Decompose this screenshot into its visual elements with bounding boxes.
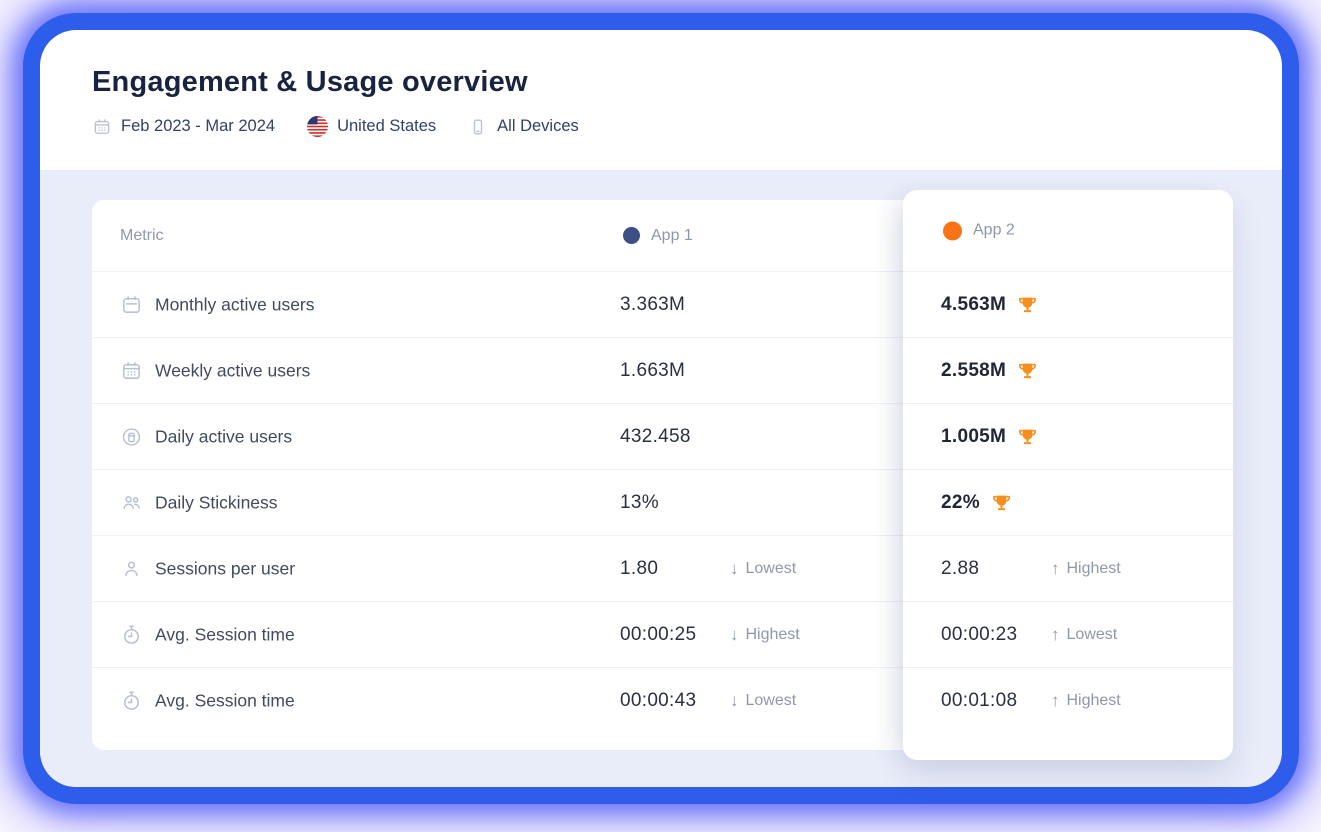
badge-label: Lowest [746,560,797,578]
card-header: Engagement & Usage overview [40,30,1282,170]
country-label: United States [337,117,436,136]
device-label: All Devices [497,117,579,136]
comparison-badge: ↓ Lowest [730,559,796,579]
arrow-down-icon: ↓ [730,691,739,711]
app1-value: 3.363M [620,294,685,316]
app2-header-row: App 2 [903,190,1233,272]
arrow-down-icon: ↓ [730,559,739,579]
app2-value: 22% [941,492,980,514]
app2-value: 00:01:08 [941,690,1017,712]
comparison-badge: ↓ Highest [730,625,800,645]
app2-row: 00:01:08 ↑ Highest [903,668,1233,760]
app2-name: App 2 [973,222,1015,240]
calendar-grid-icon [120,359,143,382]
comparison-badge: ↓ Lowest [730,691,796,711]
arrow-up-icon: ↑ [1051,625,1060,645]
circled-calendar-icon [120,425,143,448]
app2-legend: App 2 [943,221,1015,240]
app2-row: 2.88 ↑ Highest [903,536,1233,602]
overview-card: Engagement & Usage overview [40,30,1282,787]
card-body: Metric App 1 Monthly active use [40,170,1282,787]
app2-dot-icon [943,221,962,240]
app1-value: 432.458 [620,426,691,448]
calendar-line-icon [120,293,143,316]
mobile-device-icon [468,117,488,137]
comparison-badge: ↑ Lowest [1051,625,1117,645]
app2-column-card: App 2 4.563M [903,190,1233,760]
metric-label: Avg. Session time [155,624,295,645]
app2-row: 2.558M [903,338,1233,404]
arrow-up-icon: ↑ [1051,559,1060,579]
person-icon [120,557,143,580]
metric-label: Daily active users [155,426,292,447]
comparison-badge: ↑ Highest [1051,559,1121,579]
app2-row: 22% [903,470,1233,536]
date-range-filter[interactable]: Feb 2023 - Mar 2024 [92,117,275,137]
app2-value: 2.88 [941,558,979,580]
app1-legend: App 1 [623,227,693,245]
metric-column-header: Metric [120,227,164,245]
app2-value: 4.563M [941,294,1006,316]
comparison-badge: ↑ Highest [1051,691,1121,711]
app2-value: 2.558M [941,360,1006,382]
device-filter[interactable]: All Devices [468,117,579,137]
app1-value: 00:00:25 [620,624,696,646]
badge-label: Highest [1067,692,1121,710]
app2-row: 4.563M [903,272,1233,338]
app2-value-group: 2.558M [941,360,1038,382]
app1-dot-icon [623,227,640,244]
filter-bar: Feb 2023 - Mar 2024 [92,116,1230,137]
app2-value-group: 1.005M [941,426,1038,448]
badge-label: Highest [1067,560,1121,578]
metric-label: Daily Stickiness [155,492,278,513]
metric-label: Weekly active users [155,360,310,381]
app2-row: 1.005M [903,404,1233,470]
trophy-icon [1017,427,1038,447]
stopwatch-icon [120,623,143,646]
badge-label: Highest [746,626,800,644]
metric-label: Avg. Session time [155,691,295,712]
page-title: Engagement & Usage overview [92,66,1230,99]
users-icon [120,491,143,514]
badge-label: Lowest [746,692,797,710]
badge-label: Lowest [1067,626,1118,644]
arrow-down-icon: ↓ [730,625,739,645]
app1-value: 13% [620,492,659,514]
app1-value: 1.80 [620,558,658,580]
country-filter[interactable]: United States [307,116,436,137]
date-range-label: Feb 2023 - Mar 2024 [121,117,275,136]
calendar-icon [92,117,112,137]
app2-value-group: 22% [941,492,1012,514]
app2-row: 00:00:23 ↑ Lowest [903,602,1233,668]
stopwatch-icon [120,690,143,713]
metric-label: Monthly active users [155,294,315,315]
metric-label: Sessions per user [155,558,295,579]
trophy-icon [991,493,1012,513]
page: Engagement & Usage overview [0,0,1321,832]
app1-value: 1.663M [620,360,685,382]
trophy-icon [1017,295,1038,315]
us-flag-icon [307,116,328,137]
arrow-up-icon: ↑ [1051,691,1060,711]
app2-value: 1.005M [941,426,1006,448]
app1-value: 00:00:43 [620,690,696,712]
app2-value: 00:00:23 [941,624,1017,646]
trophy-icon [1017,361,1038,381]
app1-name: App 1 [651,227,693,245]
app2-value-group: 4.563M [941,294,1038,316]
